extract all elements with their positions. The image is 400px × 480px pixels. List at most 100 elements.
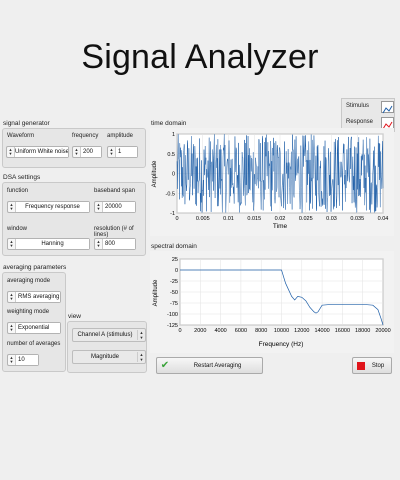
waveform-selector[interactable]: ▲ ▼ Uniform White noise — [6, 146, 69, 158]
x-axis-label: Frequency (Hz) — [259, 341, 304, 348]
check-icon: ✔ — [160, 360, 170, 371]
weighting-mode-label: weighting mode — [7, 309, 50, 315]
x-tick-label: 0 — [178, 328, 181, 334]
dropdown-arrows-icon[interactable]: ▲ ▼ — [137, 352, 145, 362]
x-tick-label: 16000 — [335, 328, 350, 334]
x-tick-label: 0.015 — [247, 216, 261, 222]
x-tick-label: 0.03 — [326, 216, 337, 222]
amplitude-value[interactable]: 1 — [116, 147, 137, 157]
x-tick-label: 0 — [175, 216, 178, 222]
amplitude-input[interactable]: ▲ ▼ 1 — [107, 146, 138, 158]
x-tick-label: 2000 — [194, 328, 206, 334]
y-tick-label: -0.5 — [166, 191, 175, 197]
y-axis-label: Amplitude — [152, 160, 158, 187]
x-tick-label: 0.025 — [299, 216, 313, 222]
x-tick-label: 18000 — [355, 328, 370, 334]
channel-dropdown[interactable]: Channel A (stimulus) ▲ ▼ — [72, 328, 146, 342]
baseband-span-value[interactable]: 20000 — [103, 202, 135, 212]
time-domain-graph[interactable]: 0 0.005 0.01 0.015 0.02 0.025 0.03 0.035 0.04 1 0… — [150, 128, 394, 236]
resolution-label: resolution (# of lines) — [94, 226, 134, 238]
waveform-value: Uniform White noise — [15, 147, 68, 157]
x-tick-label: 12000 — [294, 328, 309, 334]
x-tick-label: 0.035 — [350, 216, 364, 222]
dsa-settings-label: DSA settings — [3, 174, 41, 181]
y-tick-label: -50 — [170, 290, 178, 296]
baseband-span-input[interactable]: ▲ ▼ 20000 — [94, 201, 136, 213]
channel-value: Channel A (stimulus) — [77, 332, 133, 338]
x-tick-label: 0.02 — [275, 216, 286, 222]
frequency-input[interactable]: ▲ ▼ 200 — [72, 146, 102, 158]
ring-arrows-icon[interactable]: ▲ ▼ — [8, 323, 16, 333]
legend-stimulus-swatch[interactable] — [381, 101, 394, 114]
spectral-domain-label: spectral domain — [151, 243, 197, 250]
function-label: function — [7, 188, 29, 194]
y-axis-label: Amplitude — [153, 279, 159, 306]
ring-arrows-icon[interactable]: ▲ ▼ — [7, 147, 15, 157]
stop-label: Stop — [371, 362, 385, 369]
increment-arrows-icon[interactable]: ▲ ▼ — [8, 355, 16, 365]
number-of-averages-value[interactable]: 10 — [16, 355, 38, 365]
baseband-span-label: baseband span — [94, 188, 136, 194]
legend-stimulus-label: Stimulus — [346, 103, 370, 109]
x-tick-label: 6000 — [235, 328, 247, 334]
ring-arrows-icon[interactable]: ▲ ▼ — [8, 292, 16, 302]
amplitude-label: amplitude — [107, 133, 134, 139]
resolution-input[interactable]: ▲ ▼ 800 — [94, 238, 136, 250]
weighting-mode-selector[interactable]: ▲ ▼ Exponential — [7, 322, 61, 334]
frequency-value[interactable]: 200 — [81, 147, 101, 157]
resolution-value[interactable]: 800 — [103, 239, 135, 249]
window-selector[interactable]: ▲ ▼ Hanning — [7, 238, 90, 250]
function-selector[interactable]: ▲ ▼ Frequency response — [7, 201, 90, 213]
display-value: Magnitude — [90, 354, 120, 360]
view-group: Channel A (stimulus) ▲ ▼ Magnitude ▲ ▼ — [67, 321, 147, 373]
stop-button[interactable]: Stop — [352, 357, 392, 374]
x-tick-label: 0.01 — [223, 216, 234, 222]
x-axis-label: Time — [273, 223, 288, 230]
time-domain-label: time domain — [151, 120, 187, 127]
y-tick-label: 0.5 — [167, 152, 175, 158]
y-tick-label: -25 — [170, 279, 178, 285]
spectral-domain-plot: 0 2000 4000 6000 8000 10000 12000 14000 16000 180… — [153, 257, 391, 348]
x-tick-label: 0.005 — [196, 216, 210, 222]
frequency-label: frequency — [72, 133, 99, 139]
x-tick-label: 10000 — [274, 328, 289, 334]
averaging-parameters-label: averaging parameters — [3, 264, 67, 271]
y-tick-label: 25 — [172, 257, 178, 263]
restart-averaging-button[interactable]: ✔ Restart Averaging — [156, 357, 263, 374]
weighting-mode-value: Exponential — [16, 323, 60, 333]
x-tick-label: 20000 — [375, 328, 390, 334]
window-value: Hanning — [16, 239, 89, 249]
stop-square-icon — [357, 361, 365, 370]
increment-arrows-icon[interactable]: ▲ ▼ — [95, 239, 103, 249]
increment-arrows-icon[interactable]: ▲ ▼ — [95, 202, 103, 212]
number-of-averages-label: number of averages — [7, 341, 61, 347]
dsa-settings-group: function ▲ ▼ Frequency response baseband … — [2, 182, 146, 256]
signal-generator-group: Waveform ▲ ▼ Uniform White noise frequenc… — [2, 128, 146, 168]
ring-arrows-icon[interactable]: ▲ ▼ — [8, 239, 16, 249]
number-of-averages-input[interactable]: ▲ ▼ 10 — [7, 354, 39, 366]
function-value: Frequency response — [16, 202, 89, 212]
page-title: Signal Analyzer — [81, 38, 319, 76]
y-tick-label: 0 — [175, 268, 178, 274]
ring-arrows-icon[interactable]: ▲ ▼ — [8, 202, 16, 212]
x-tick-label: 0.04 — [378, 216, 389, 222]
display-dropdown[interactable]: Magnitude ▲ ▼ — [72, 350, 146, 364]
signal-generator-label: signal generator — [3, 120, 50, 127]
averaging-mode-value: RMS averaging — [16, 292, 60, 302]
plot-legend[interactable]: Stimulus Response — [341, 98, 395, 132]
waveform-label: Waveform — [7, 133, 35, 139]
restart-averaging-label: Restart Averaging — [193, 362, 242, 369]
y-tick-label: -100 — [167, 312, 178, 318]
dropdown-arrows-icon[interactable]: ▲ ▼ — [137, 330, 145, 340]
x-tick-label: 14000 — [314, 328, 329, 334]
y-tick-label: -125 — [167, 323, 178, 329]
legend-response-label: Response — [346, 119, 374, 125]
increment-arrows-icon[interactable]: ▲ ▼ — [108, 147, 116, 157]
averaging-mode-label: averaging mode — [7, 278, 51, 284]
spectral-domain-graph[interactable]: 0 2000 4000 6000 8000 10000 12000 14000 16000 180… — [150, 251, 394, 353]
averaging-group: averaging mode ▲ ▼ RMS averaging weightin… — [2, 272, 66, 372]
averaging-mode-selector[interactable]: ▲ ▼ RMS averaging — [7, 291, 61, 303]
y-tick-label: 1 — [172, 132, 175, 138]
increment-arrows-icon[interactable]: ▲ ▼ — [73, 147, 81, 157]
y-tick-label: -75 — [170, 301, 178, 307]
